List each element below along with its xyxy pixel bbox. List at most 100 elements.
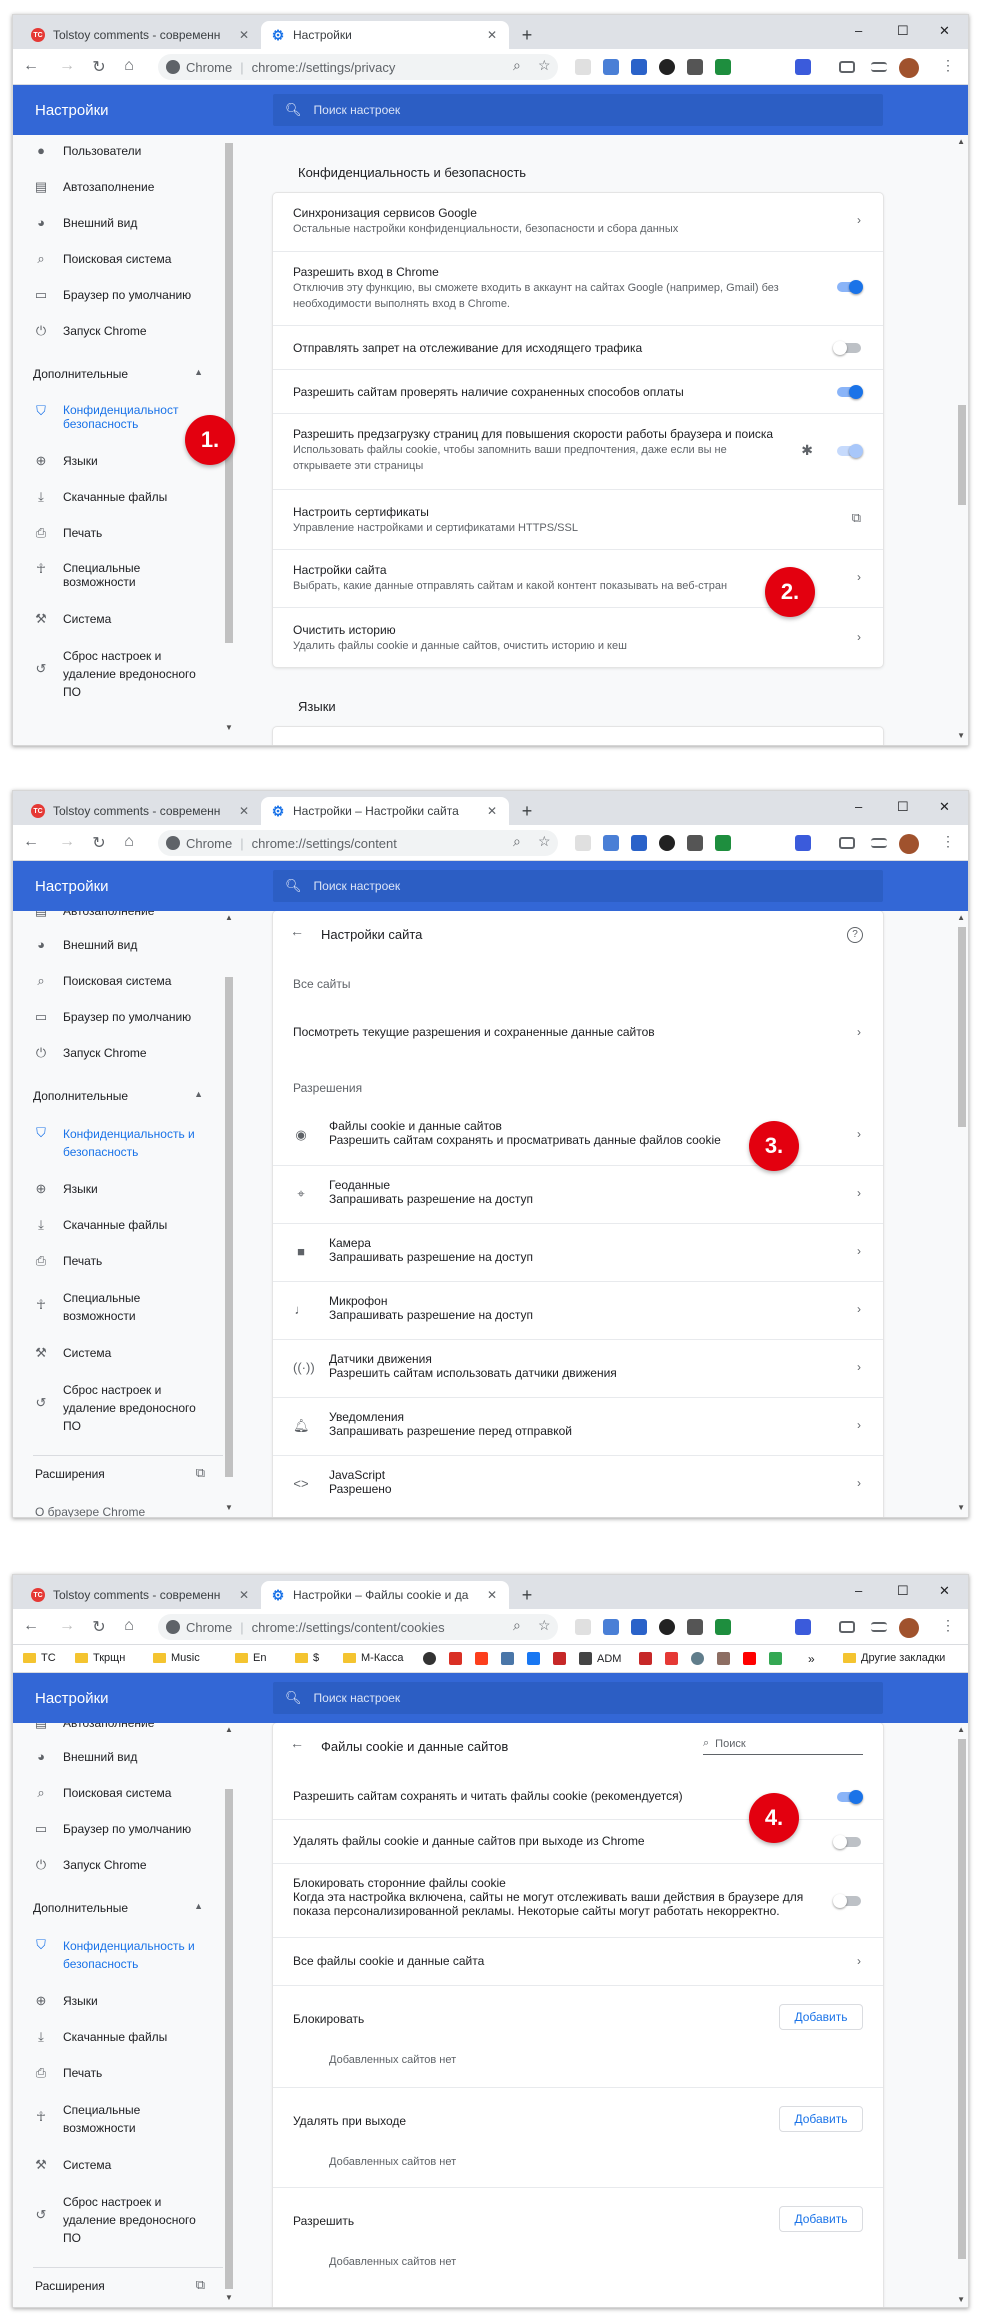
sidebar-item-default-browser[interactable]: ▭ Браузер по умолчанию [13, 1821, 223, 1837]
cast-icon[interactable] [839, 837, 855, 849]
menu-icon[interactable]: ⋮ [941, 57, 955, 74]
sidebar-item-privacy[interactable]: ⛉ Конфиденциальность и безопасность [13, 1125, 223, 1161]
sidebar-scrollbar[interactable] [225, 977, 233, 1477]
row-certificates[interactable]: Настроить сертификаты Управление настройк… [273, 489, 883, 549]
row-allow-signin[interactable]: Разрешить вход в Chrome Отключив эту функ… [273, 251, 883, 325]
toggle-preload[interactable] [833, 444, 863, 458]
extension-icon[interactable] [687, 835, 703, 851]
sidebar-item-system[interactable]: ⚒ Система [13, 2157, 223, 2173]
sidebar-item-default-browser[interactable]: ▭ Браузер по умолчанию [13, 287, 223, 303]
forward-button[interactable]: → [57, 1617, 77, 1635]
maximize-button[interactable]: ☐ [897, 1583, 909, 1599]
row-all-cookies[interactable]: Все файлы cookie и данные сайта › [273, 1937, 883, 1985]
settings-search[interactable]: 🔍︎ Поиск настроек [273, 94, 883, 126]
home-button[interactable]: ⌂ [119, 833, 139, 851]
sidebar-item-extensions[interactable]: Расширения ⧉ [35, 2277, 205, 2293]
tab-settings[interactable]: ⚙ Настройки – Файлы cookie и да ✕ [261, 1581, 509, 1609]
bookmark-dollar[interactable]: $ [295, 1652, 319, 1664]
bookmark-youtube[interactable] [743, 1652, 756, 1665]
close-icon[interactable]: ✕ [237, 804, 251, 818]
bookmark-tc[interactable]: TC [23, 1652, 56, 1664]
extension-icon[interactable] [715, 1619, 731, 1635]
sidebar-item-autofill[interactable]: ▤Автозаполнение [13, 179, 223, 195]
bookmark-en[interactable]: En [235, 1652, 266, 1664]
zoom-icon[interactable]: ⌕ [513, 57, 521, 74]
bookmark-icon-link[interactable] [423, 1652, 436, 1665]
sidebar-item-default-browser[interactable]: ▭ Браузер по умолчанию [13, 1009, 223, 1025]
toggle-block-third-party[interactable] [833, 1894, 863, 1908]
back-button[interactable]: ← [21, 833, 41, 851]
sidebar-item-search-engine[interactable]: ⌕ Поисковая система [13, 973, 223, 989]
sidebar-item-downloads[interactable]: ⤓ Скачанные файлы [13, 489, 223, 505]
minimize-button[interactable]: – [855, 23, 862, 38]
sidebar-item-accessibility[interactable]: ☥ Специальные возможности [13, 2101, 223, 2137]
sidebar-item-print[interactable]: ⎙ Печать [13, 2065, 223, 2081]
main-scrollbar[interactable] [958, 927, 966, 1127]
sidebar-advanced-toggle[interactable]: Дополнительные ▲ [33, 367, 203, 381]
address-bar[interactable]: Chrome | chrome://settings/privacy [158, 54, 558, 80]
sidebar-item-about[interactable]: О браузере Chrome [35, 1505, 205, 1517]
bookmark-globe[interactable] [691, 1652, 704, 1665]
zoom-icon[interactable]: ⌕ [513, 833, 521, 850]
forward-button[interactable]: → [57, 833, 77, 851]
scroll-down-arrow[interactable]: ▼ [225, 2293, 233, 2302]
extension-icon[interactable] [603, 835, 619, 851]
scroll-down-arrow[interactable]: ▼ [225, 1503, 233, 1512]
minimize-button[interactable]: – [855, 799, 862, 814]
minimize-button[interactable]: – [855, 1583, 862, 1598]
back-arrow-icon[interactable]: ← [287, 1735, 307, 1751]
extension-icon[interactable] [687, 59, 703, 75]
reload-button[interactable]: ↻ [89, 57, 109, 77]
extension-icon[interactable] [631, 59, 647, 75]
window-close-button[interactable]: ✕ [939, 23, 950, 39]
scroll-down-arrow[interactable]: ▼ [957, 731, 965, 740]
add-block-button[interactable]: Добавить [779, 2004, 863, 2030]
media-icon[interactable] [871, 62, 887, 72]
perm-notifications[interactable]: 🔔︎ Уведомления Запрашивать разрешение пере… [273, 1397, 883, 1455]
star-icon[interactable]: ☆ [538, 1617, 551, 1634]
scroll-up-arrow[interactable]: ▲ [225, 1725, 233, 1734]
sidebar-item-startup[interactable]: ⏻ Запуск Chrome [13, 1857, 223, 1873]
toggle-allow-signin[interactable] [833, 280, 863, 294]
row-do-not-track[interactable]: Отправлять запрет на отслеживание для ис… [273, 325, 883, 369]
maximize-button[interactable]: ☐ [897, 23, 909, 39]
address-bar[interactable]: Chrome | chrome://settings/content [158, 830, 558, 856]
extension-icon[interactable] [715, 835, 731, 851]
new-tab-button[interactable]: + [519, 1585, 535, 1606]
sidebar-item-extensions[interactable]: Расширения ⧉ [35, 1465, 205, 1481]
toggle-allow-cookies[interactable] [833, 1790, 863, 1804]
toggle-payment-check[interactable] [833, 385, 863, 399]
forward-button[interactable]: → [57, 57, 77, 75]
perm-camera[interactable]: ■ Камера Запрашивать разрешение на доступ › [273, 1223, 883, 1281]
sidebar-item-reset[interactable]: ↺ Сброс настроек и удаление вредоносного ПО [13, 647, 223, 701]
extension-icon[interactable] [575, 59, 591, 75]
bookmark-adm[interactable]: ADM [579, 1652, 621, 1665]
reload-button[interactable]: ↻ [89, 1617, 109, 1637]
perm-javascript[interactable]: <> JavaScript Разрешено › [273, 1455, 883, 1513]
extension-icon[interactable] [659, 835, 675, 851]
home-button[interactable]: ⌂ [119, 57, 139, 75]
sidebar-item-system[interactable]: ⚒ Система [13, 611, 223, 627]
row-sync[interactable]: Синхронизация сервисов Google Остальные н… [273, 193, 883, 251]
sidebar-item-startup[interactable]: ⏻ Запуск Chrome [13, 1045, 223, 1061]
reload-button[interactable]: ↻ [89, 833, 109, 853]
extension-icon[interactable] [795, 835, 811, 851]
sidebar-item-languages[interactable]: ⊕ Языки [13, 1993, 223, 2009]
avatar[interactable] [899, 834, 919, 854]
sidebar-item-search-engine[interactable]: ⌕ Поисковая система [13, 1785, 223, 1801]
close-icon[interactable]: ✕ [485, 1588, 499, 1602]
extension-icon[interactable] [575, 835, 591, 851]
tab-tolstoy[interactable]: TC Tolstoy comments - современн ✕ [21, 1581, 261, 1609]
bookmark-m[interactable] [553, 1652, 566, 1665]
sidebar-item-startup[interactable]: ⏻ Запуск Chrome [13, 323, 223, 339]
perm-location[interactable]: ⌖ Геоданные Запрашивать разрешение на дост… [273, 1165, 883, 1223]
extension-icon[interactable] [687, 1619, 703, 1635]
back-arrow-icon[interactable]: ← [287, 923, 307, 939]
extension-icon[interactable] [795, 1619, 811, 1635]
bookmark-other[interactable]: Другие закладки [843, 1652, 945, 1664]
sidebar-item-downloads[interactable]: ⤓ Скачанные файлы [13, 1217, 223, 1233]
extension-icon[interactable] [603, 59, 619, 75]
menu-icon[interactable]: ⋮ [941, 1617, 955, 1634]
add-clear-on-exit-button[interactable]: Добавить [779, 2106, 863, 2132]
cookie-search-input[interactable]: ⌕ Поиск [703, 1733, 863, 1755]
